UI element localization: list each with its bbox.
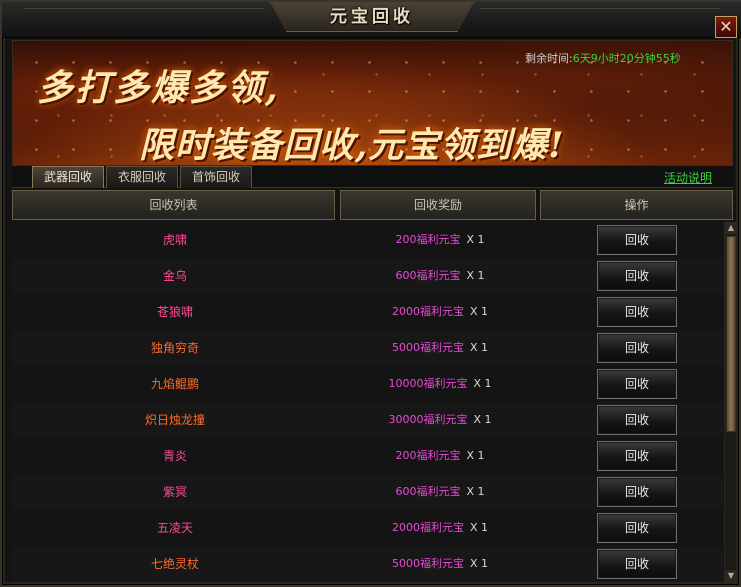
reward-multiplier: X 1 bbox=[466, 233, 485, 246]
reward-text: 600福利元宝 X 1 bbox=[340, 474, 540, 510]
tab-bar: 武器回收 衣服回收 首饰回收 活动说明 bbox=[12, 166, 733, 188]
reward-amount: 600福利元宝 bbox=[395, 485, 461, 498]
reward-amount: 5000福利元宝 bbox=[391, 341, 464, 354]
item-name: 九焰鲲鹏 bbox=[150, 377, 199, 391]
timer-value: 6天9小时20分钟55秒 bbox=[572, 52, 681, 65]
recycle-window: 元宝回收 ✕ 多打多爆多领, 限时装备回收,元宝领到爆! 剩余时间:6天9小时2… bbox=[0, 0, 741, 587]
event-banner: 多打多爆多领, 限时装备回收,元宝领到爆! 剩余时间:6天9小时20分钟55秒 bbox=[12, 40, 733, 166]
recycle-button[interactable]: 回收 bbox=[597, 261, 677, 291]
item-name: 金乌 bbox=[162, 269, 187, 283]
window-title: 元宝回收 bbox=[330, 7, 414, 27]
reward-amount: 10000福利元宝 bbox=[388, 377, 468, 390]
reward-multiplier: X 1 bbox=[466, 449, 485, 462]
table-row: 炽日烛龙撞 30000福利元宝 X 1 回收 bbox=[12, 402, 723, 438]
item-name: 紫冥 bbox=[162, 485, 187, 499]
recycle-list: 虎啸 200福利元宝 X 1 回收 金乌 600福利元宝 X 1 回收 苍狼啸 2000福利元宝 X… bbox=[12, 222, 723, 584]
banner-slogan-line1: 多打多爆多领, bbox=[37, 67, 280, 109]
header-recycle-list: 回收列表 bbox=[12, 190, 335, 220]
reward-amount: 2000福利元宝 bbox=[391, 521, 464, 534]
item-name: 七绝灵杖 bbox=[150, 557, 199, 571]
recycle-button[interactable]: 回收 bbox=[597, 333, 677, 363]
recycle-button[interactable]: 回收 bbox=[597, 441, 677, 471]
table-row: 青炎 200福利元宝 X 1 回收 bbox=[12, 438, 723, 474]
header-action: 操作 bbox=[540, 190, 733, 220]
reward-amount: 200福利元宝 bbox=[395, 449, 461, 462]
recycle-button[interactable]: 回收 bbox=[597, 369, 677, 399]
reward-text: 600福利元宝 X 1 bbox=[340, 258, 540, 294]
banner-slogan-line2: 限时装备回收,元宝领到爆! bbox=[139, 125, 565, 166]
reward-amount: 200福利元宝 bbox=[395, 233, 461, 246]
table-row: 九焰鲲鹏 10000福利元宝 X 1 回收 bbox=[12, 366, 723, 402]
reward-text: 2000福利元宝 X 1 bbox=[340, 294, 540, 330]
table-row: 苍狼啸 2000福利元宝 X 1 回收 bbox=[12, 294, 723, 330]
table-row: 五凌天 2000福利元宝 X 1 回收 bbox=[12, 510, 723, 546]
title-ornament-right bbox=[480, 8, 720, 12]
reward-multiplier: X 1 bbox=[473, 377, 492, 390]
item-name: 五凌天 bbox=[156, 521, 193, 535]
reward-multiplier: X 1 bbox=[466, 269, 485, 282]
scroll-thumb[interactable] bbox=[726, 236, 736, 432]
reward-amount: 2000福利元宝 bbox=[391, 305, 464, 318]
tab-jewelry-recycle[interactable]: 首饰回收 bbox=[180, 166, 252, 188]
close-button[interactable]: ✕ bbox=[715, 16, 737, 38]
table-row: 金乌 600福利元宝 X 1 回收 bbox=[12, 258, 723, 294]
reward-amount: 5000福利元宝 bbox=[391, 557, 464, 570]
reward-multiplier: X 1 bbox=[469, 305, 489, 318]
reward-multiplier: X 1 bbox=[469, 521, 489, 534]
reward-amount: 600福利元宝 bbox=[395, 269, 461, 282]
reward-multiplier: X 1 bbox=[466, 485, 485, 498]
reward-text: 30000福利元宝 X 1 bbox=[340, 402, 540, 438]
table-row: 独角穷奇 5000福利元宝 X 1 回收 bbox=[12, 330, 723, 366]
reward-amount: 30000福利元宝 bbox=[388, 413, 468, 426]
reward-multiplier: X 1 bbox=[469, 341, 489, 354]
header-recycle-reward: 回收奖励 bbox=[340, 190, 536, 220]
title-ornament-left bbox=[24, 8, 264, 12]
item-name: 炽日烛龙撞 bbox=[144, 413, 205, 427]
table-row: 虎啸 200福利元宝 X 1 回收 bbox=[12, 222, 723, 258]
reward-text: 5000福利元宝 X 1 bbox=[340, 546, 540, 582]
reward-multiplier: X 1 bbox=[469, 557, 489, 570]
reward-multiplier: X 1 bbox=[473, 413, 492, 426]
reward-text: 5000福利元宝 X 1 bbox=[340, 330, 540, 366]
list-scrollbar[interactable]: ▲ ▼ bbox=[724, 222, 737, 582]
reward-text: 200福利元宝 X 1 bbox=[340, 438, 540, 474]
recycle-button[interactable]: 回收 bbox=[597, 513, 677, 543]
recycle-button[interactable]: 回收 bbox=[597, 405, 677, 435]
scroll-down-icon[interactable]: ▼ bbox=[725, 570, 737, 582]
recycle-button[interactable]: 回收 bbox=[597, 225, 677, 255]
item-name: 独角穷奇 bbox=[150, 341, 199, 355]
event-help-link[interactable]: 活动说明 bbox=[664, 169, 712, 186]
title-bar[interactable]: 元宝回收 bbox=[2, 2, 741, 38]
recycle-button[interactable]: 回收 bbox=[597, 297, 677, 327]
item-name: 苍狼啸 bbox=[156, 305, 193, 319]
timer-label: 剩余时间: bbox=[525, 52, 573, 65]
recycle-button[interactable]: 回收 bbox=[597, 549, 677, 579]
reward-text: 2000福利元宝 X 1 bbox=[340, 510, 540, 546]
countdown-timer: 剩余时间:6天9小时20分钟55秒 bbox=[525, 50, 681, 66]
item-name: 青炎 bbox=[162, 449, 187, 463]
reward-text: 200福利元宝 X 1 bbox=[340, 222, 540, 258]
recycle-button[interactable]: 回收 bbox=[597, 477, 677, 507]
close-icon: ✕ bbox=[719, 17, 733, 36]
item-name: 虎啸 bbox=[162, 233, 187, 247]
tab-weapon-recycle[interactable]: 武器回收 bbox=[32, 166, 104, 188]
table-row: 紫冥 600福利元宝 X 1 回收 bbox=[12, 474, 723, 510]
tab-armor-recycle[interactable]: 衣服回收 bbox=[106, 166, 178, 188]
reward-text: 10000福利元宝 X 1 bbox=[340, 366, 540, 402]
scroll-up-icon[interactable]: ▲ bbox=[725, 222, 737, 234]
table-row: 七绝灵杖 5000福利元宝 X 1 回收 bbox=[12, 546, 723, 582]
